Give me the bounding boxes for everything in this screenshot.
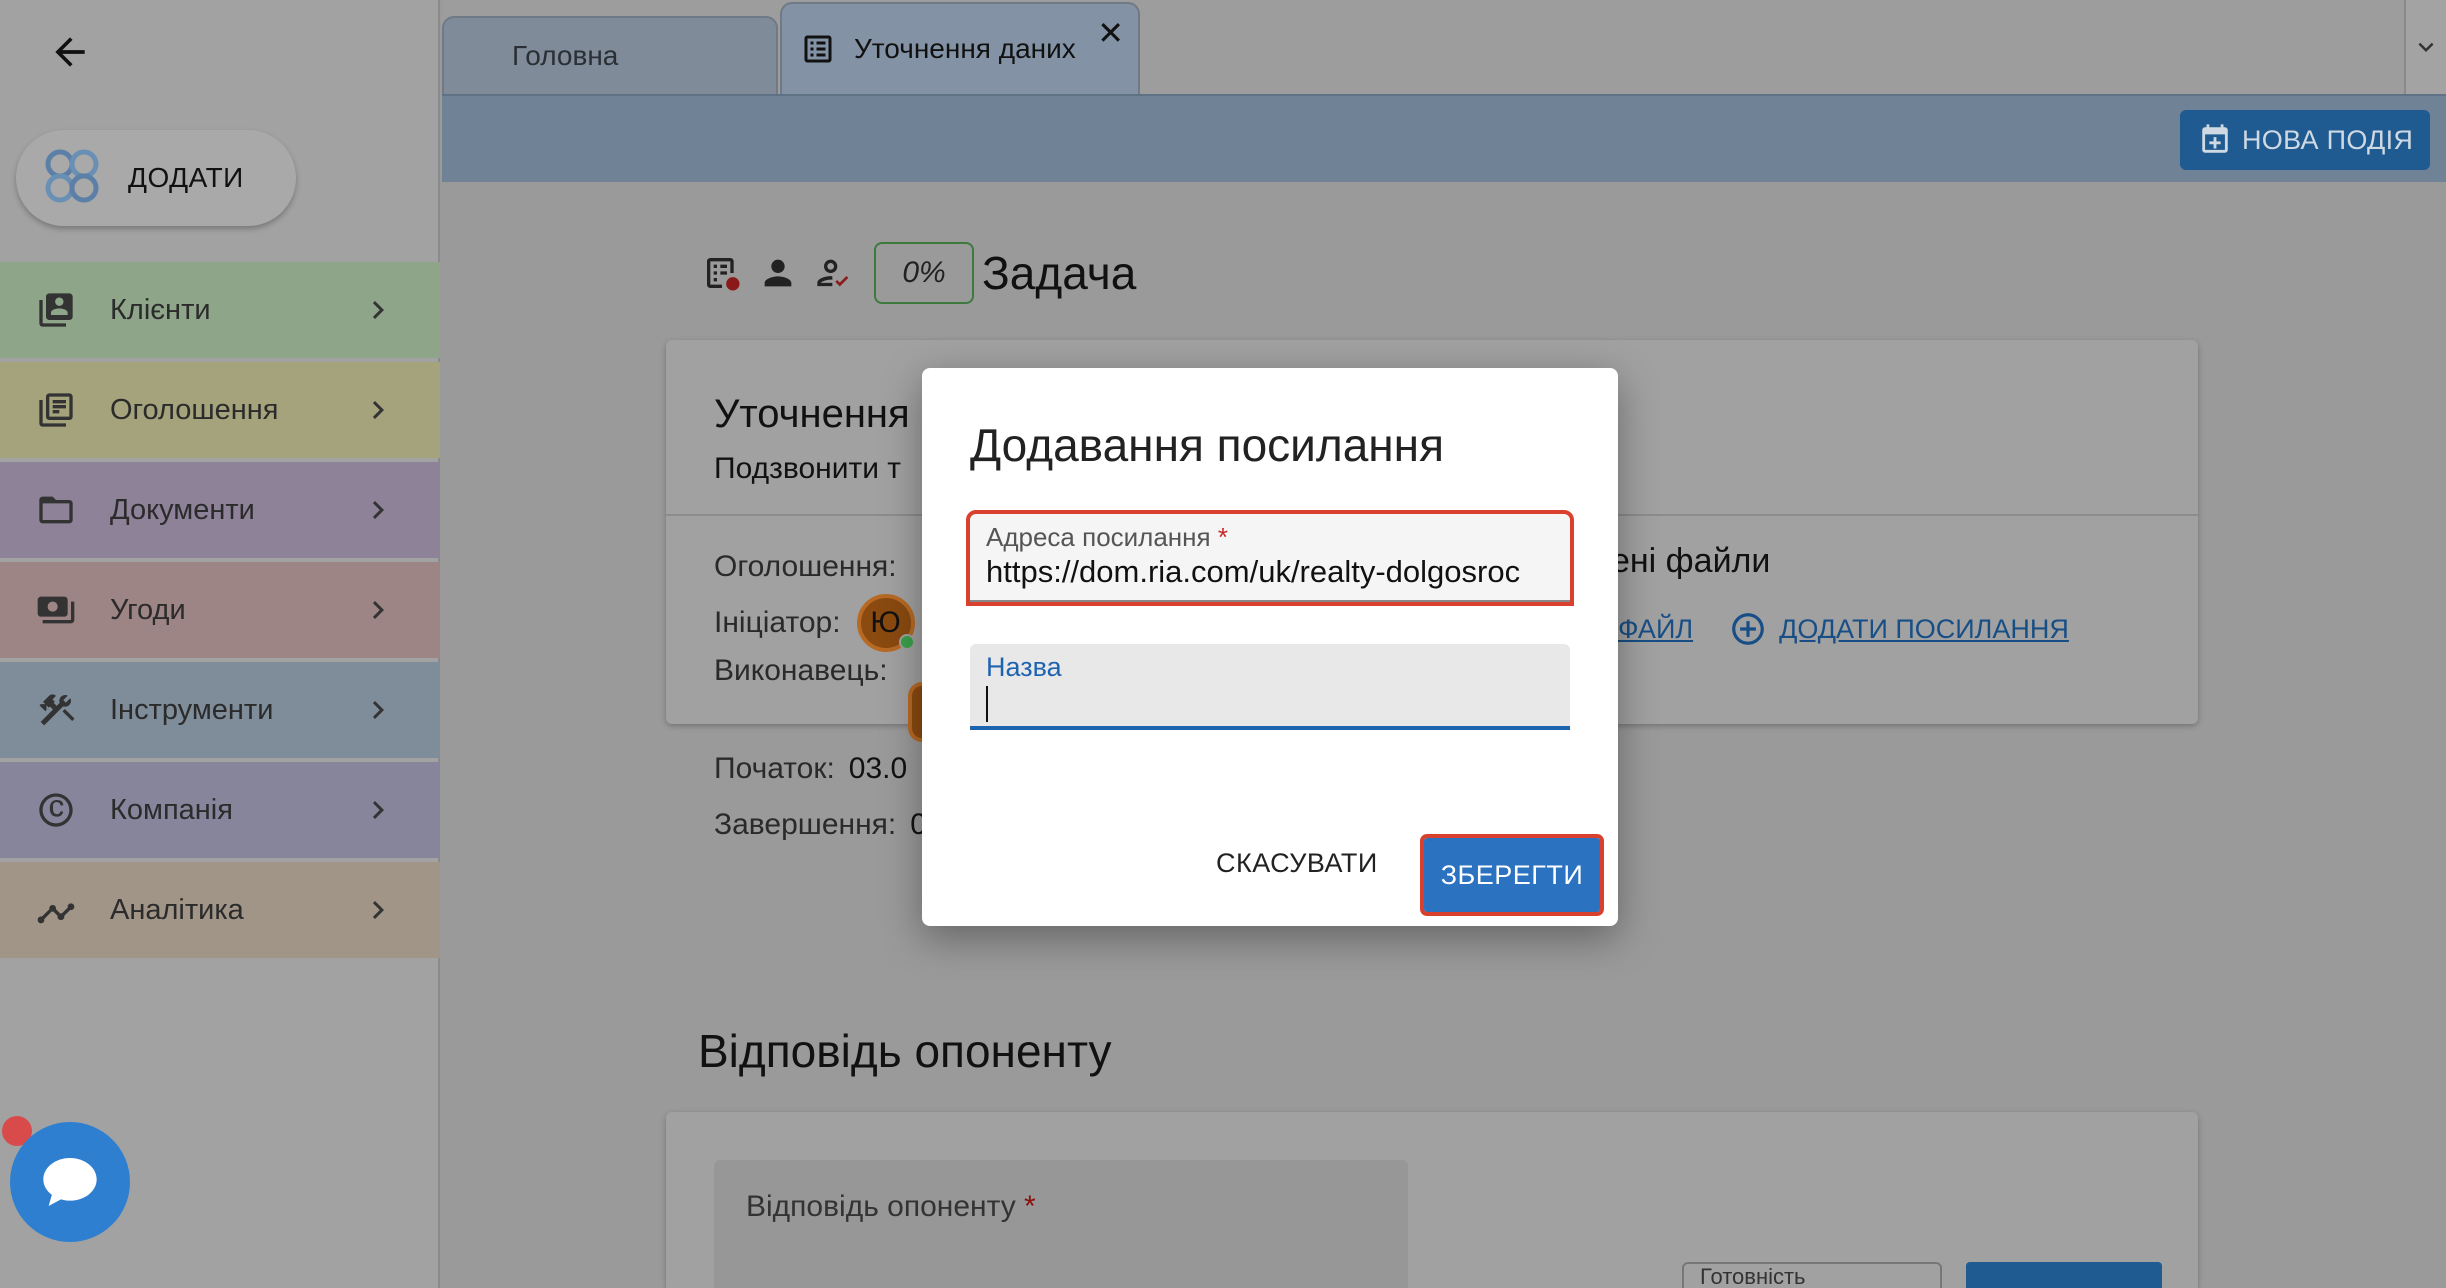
plus-circle-icon xyxy=(1732,613,1764,645)
chat-button[interactable] xyxy=(10,1122,130,1242)
dialog-title: Додавання посилання xyxy=(970,419,1444,471)
person-check-icon[interactable] xyxy=(812,251,856,295)
tab-home-label: Головна xyxy=(512,40,619,71)
sidebar-item-company[interactable]: Компанія xyxy=(0,762,440,858)
executor-label: Виконавець: xyxy=(714,654,888,687)
back-arrow-icon[interactable] xyxy=(44,26,96,78)
new-event-button[interactable]: НОВА ПОДІЯ xyxy=(2180,110,2430,170)
new-event-label: НОВА ПОДІЯ xyxy=(2242,124,2414,155)
sidebar-item-documents[interactable]: Документи xyxy=(0,462,440,558)
copyright-icon xyxy=(34,788,78,832)
chevron-right-icon xyxy=(372,401,384,419)
add-button-label: ДОДАТИ xyxy=(128,162,244,193)
cancel-button[interactable]: СКАСУВАТИ xyxy=(1216,838,1378,888)
sidebar-item-label: Угоди xyxy=(110,593,186,626)
progress-badge[interactable]: 0% xyxy=(874,242,974,304)
tools-icon xyxy=(34,688,78,732)
response-field-label: Відповідь опоненту xyxy=(746,1190,1016,1223)
chevron-right-icon xyxy=(372,301,384,319)
sidebar-item-label: Інструменти xyxy=(110,693,274,726)
sidebar-item-label: Документи xyxy=(110,493,255,526)
listings-icon xyxy=(34,388,78,432)
online-status-dot xyxy=(898,634,915,650)
tab-home[interactable]: Головна xyxy=(442,16,778,96)
start-row: Початок: 03.0 xyxy=(714,752,907,786)
sidebar: ДОДАТИ Клієнти Оголошення Документи Угод… xyxy=(0,0,440,1288)
link-url-label-text: Адреса посилання xyxy=(986,522,1211,552)
sidebar-item-clients[interactable]: Клієнти xyxy=(0,262,440,358)
add-link-label: ДОДАТИ ПОСИЛАННЯ xyxy=(1779,613,2069,644)
add-link-button[interactable]: ДОДАТИ ПОСИЛАННЯ xyxy=(1729,610,2069,648)
executor-avatar[interactable] xyxy=(908,682,922,742)
required-mark: * xyxy=(1217,522,1228,552)
end-label: Завершення: xyxy=(714,808,897,841)
chevron-right-icon xyxy=(372,501,384,519)
sidebar-menu: Клієнти Оголошення Документи Угоди Інстр… xyxy=(0,262,440,962)
response-card: Відповідь опоненту * Готовність xyxy=(666,1112,2198,1288)
sidebar-item-label: Компанія xyxy=(110,793,233,826)
link-name-input[interactable]: Назва xyxy=(970,644,1570,730)
add-button[interactable]: ДОДАТИ xyxy=(16,130,296,226)
deals-icon xyxy=(34,588,78,632)
sidebar-item-deals[interactable]: Угоди xyxy=(0,562,440,658)
calendar-add-icon xyxy=(2202,124,2228,153)
link-url-value: https://dom.ria.com/uk/realty-dolgosroc xyxy=(986,554,1521,589)
avatar-initial: Ю xyxy=(870,606,901,639)
listing-row: Оголошення: xyxy=(714,550,897,584)
link-url-label: Адреса посилання * xyxy=(986,522,1228,553)
sidebar-item-tools[interactable]: Інструменти xyxy=(0,662,440,758)
chevron-right-icon xyxy=(372,701,384,719)
response-section-title: Відповідь опоненту xyxy=(698,1025,1112,1077)
tab-bar: Головна Уточнення даних ✕ xyxy=(442,0,2446,96)
task-header: 0% Задача xyxy=(700,240,1136,306)
initiator-label: Ініціатор: xyxy=(714,606,841,639)
attached-files-title: ені файли xyxy=(1611,542,1771,580)
task-card-subtitle: Подзвонити т xyxy=(714,452,902,485)
task-list-status-icon xyxy=(700,251,744,295)
sidebar-item-label: Клієнти xyxy=(110,293,211,326)
toolbar: НОВА ПОДІЯ xyxy=(442,94,2446,182)
listing-label: Оголошення: xyxy=(714,550,897,583)
person-icon[interactable] xyxy=(756,251,800,295)
response-textarea[interactable]: Відповідь опоненту * xyxy=(714,1160,1408,1288)
end-row: Завершення: 0 xyxy=(714,808,927,842)
analytics-icon xyxy=(34,888,78,932)
start-label: Початок: xyxy=(714,752,835,785)
readiness-field[interactable]: Готовність xyxy=(1682,1262,1942,1288)
clients-icon xyxy=(34,288,78,332)
page-title: Задача xyxy=(982,247,1137,299)
save-button[interactable]: ЗБЕРЕГТИ xyxy=(1420,834,1604,916)
chevron-right-icon xyxy=(372,601,384,619)
chevron-down-icon xyxy=(2418,42,2434,52)
sidebar-item-label: Аналітика xyxy=(110,893,244,926)
add-file-link[interactable]: ФАЙЛ xyxy=(1618,614,1693,645)
sidebar-item-listings[interactable]: Оголошення xyxy=(0,362,440,458)
text-caret xyxy=(986,686,988,722)
attach-links: ФАЙЛ ДОДАТИ ПОСИЛАННЯ xyxy=(1618,610,2069,648)
tab-active-label: Уточнення даних xyxy=(854,33,1076,64)
add-logo-icon xyxy=(40,144,104,213)
add-link-dialog: Додавання посилання Адреса посилання * h… xyxy=(922,368,1618,926)
sidebar-item-label: Оголошення xyxy=(110,393,279,426)
chevron-right-icon xyxy=(372,801,384,819)
avatar[interactable]: Ю xyxy=(856,594,915,652)
task-list-icon xyxy=(804,35,832,63)
chevron-right-icon xyxy=(372,901,384,919)
response-action-button[interactable] xyxy=(1966,1262,2162,1288)
tab-data-clarification[interactable]: Уточнення даних ✕ xyxy=(780,2,1140,94)
folder-icon xyxy=(34,488,78,532)
link-url-input[interactable]: Адреса посилання * https://dom.ria.com/u… xyxy=(966,510,1574,606)
start-value: 03.0 xyxy=(848,752,908,785)
required-mark: * xyxy=(1024,1190,1036,1223)
task-card-title: Уточнення xyxy=(714,392,910,436)
link-name-label: Назва xyxy=(986,652,1062,682)
initiator-row: Ініціатор: Ю xyxy=(714,594,915,652)
sidebar-item-analytics[interactable]: Аналітика xyxy=(0,862,440,958)
chat-bubble-icon xyxy=(43,1158,97,1206)
close-icon[interactable]: ✕ xyxy=(1097,14,1124,52)
tabs-dropdown-button[interactable] xyxy=(2404,0,2446,94)
